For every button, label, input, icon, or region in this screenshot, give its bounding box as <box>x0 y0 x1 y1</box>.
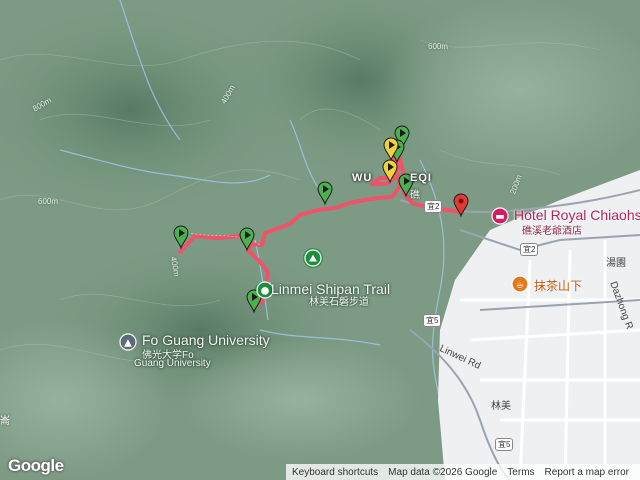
svg-text:⛰: ⛰ <box>309 254 318 265</box>
hotel-icon[interactable]: ▬ <box>491 207 509 225</box>
svg-text:☕: ☕ <box>516 280 525 291</box>
road-shield: 宜2 <box>424 200 443 213</box>
terrain-shade <box>180 340 420 460</box>
google-logo: Google <box>8 456 64 475</box>
attribution-bar: Keyboard shortcuts Map data ©2026 Google… <box>286 464 640 480</box>
school-icon[interactable]: ▲ <box>119 333 137 351</box>
svg-text:▲: ▲ <box>124 338 132 349</box>
road-shield: 宜5 <box>423 314 442 327</box>
map-canvas[interactable]: ⛰ ● ▲ ▬ ☕ <box>0 0 640 480</box>
hiking-icon[interactable]: ⛰ <box>304 249 322 267</box>
dot-icon <box>458 198 464 204</box>
keyboard-shortcuts-link[interactable]: Keyboard shortcuts <box>292 467 378 478</box>
town-zh-label: 礁 <box>410 190 420 201</box>
trail-name-zh-label: 林美石磐步道 <box>309 297 369 308</box>
report-error-link[interactable]: Report a map error <box>545 467 629 478</box>
svg-text:▬: ▬ <box>495 212 504 223</box>
district-label: 林美 <box>491 401 511 412</box>
hotel-label[interactable]: Hotel Royal Chiaohs <box>514 207 640 223</box>
tea-shop-label[interactable]: 抹茶山下 <box>534 277 582 294</box>
map-data-text: Map data ©2026 Google <box>388 466 498 478</box>
town-label-2: EQI <box>410 172 432 184</box>
cafe-icon[interactable]: ☕ <box>511 275 529 293</box>
district-tangyuan-label: 湯園 <box>606 258 626 269</box>
terms-link[interactable]: Terms <box>507 467 534 478</box>
university-zh-label-2: Guang University <box>134 358 211 369</box>
road-shield: 宜2 <box>520 243 539 256</box>
elevation-label: 600m <box>428 42 449 51</box>
hotel-zh-label: 礁溪老爺酒店 <box>522 226 582 237</box>
svg-text:●: ● <box>261 286 270 297</box>
town-label: WU <box>352 172 373 184</box>
edge-place-label: 崙 <box>0 416 10 427</box>
elevation-label: 600m <box>38 197 59 206</box>
road-shield: 宜5 <box>495 438 514 451</box>
